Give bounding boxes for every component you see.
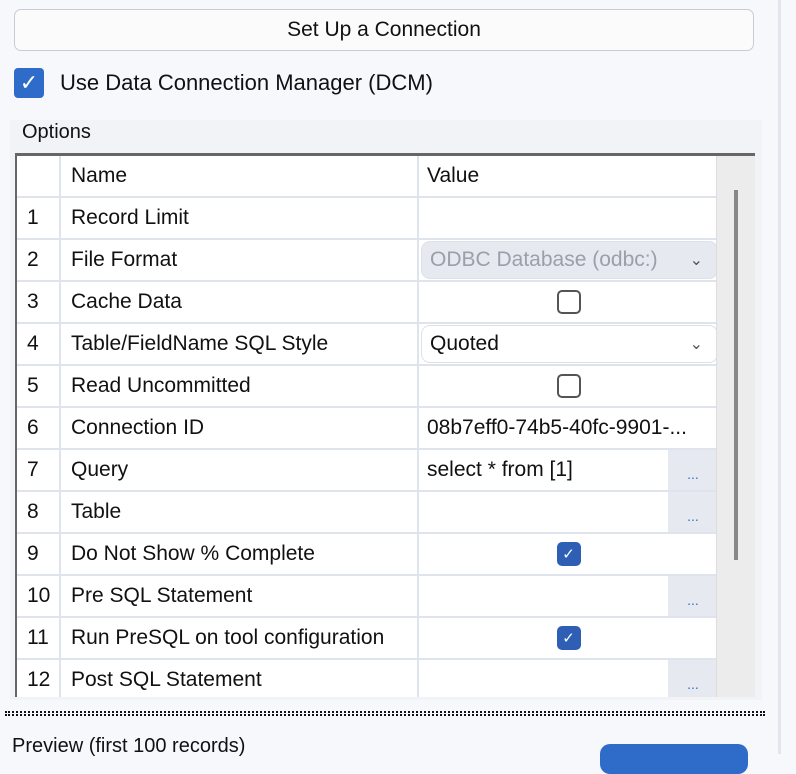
option-name: Connection ID <box>61 408 419 448</box>
value-text[interactable]: 08b7eff0-74b5-40fc-9901-... <box>419 416 687 440</box>
option-name: Table <box>61 492 419 532</box>
row-number: 5 <box>17 366 61 406</box>
option-row[interactable]: 7 Query select * from [1]... <box>17 450 755 492</box>
option-value-cell[interactable]: ... <box>419 576 718 616</box>
ellipsis-button[interactable]: ... <box>668 660 718 697</box>
dcm-checkbox[interactable]: ✓ <box>14 68 44 98</box>
check-icon: ✓ <box>562 546 575 563</box>
row-number: 1 <box>17 198 61 238</box>
panel-edge <box>778 0 781 754</box>
option-row[interactable]: 4 Table/FieldName SQL Style Quoted ⌄ <box>17 324 755 366</box>
options-grid: Name Value 1 Record Limit 2 File Format ODBC… <box>15 153 755 697</box>
value-dropdown[interactable]: Quoted ⌄ <box>421 325 718 363</box>
option-value-cell[interactable] <box>419 198 718 238</box>
option-row[interactable]: 6 Connection ID 08b7eff0-74b5-40fc-9901-..… <box>17 408 755 450</box>
row-number: 10 <box>17 576 61 616</box>
value-dropdown: ODBC Database (odbc:) ⌄ <box>421 241 718 279</box>
option-row[interactable]: 12 Post SQL Statement... <box>17 660 755 697</box>
splitter[interactable] <box>5 711 765 716</box>
option-value-cell[interactable]: select * from [1]... <box>419 450 718 490</box>
option-value-cell[interactable]: ... <box>419 492 718 532</box>
option-name: Run PreSQL on tool configuration <box>61 618 419 658</box>
value-checkbox[interactable]: ✓ <box>556 542 581 566</box>
option-name: Post SQL Statement <box>61 660 419 697</box>
value-checkbox[interactable] <box>556 374 581 398</box>
value-checkbox[interactable] <box>556 290 581 314</box>
option-name: Record Limit <box>61 198 419 238</box>
row-number: 12 <box>17 660 61 697</box>
option-row[interactable]: 10 Pre SQL Statement... <box>17 576 755 618</box>
row-number: 7 <box>17 450 61 490</box>
check-icon: ✓ <box>19 70 39 95</box>
row-number: 4 <box>17 324 61 364</box>
option-row[interactable]: 2 File Format ODBC Database (odbc:) ⌄ <box>17 240 755 282</box>
dropdown-value: Quoted <box>430 332 499 355</box>
option-name: Read Uncommitted <box>61 366 419 406</box>
option-name: Query <box>61 450 419 490</box>
header-name: Name <box>61 156 419 196</box>
ellipsis-button[interactable]: ... <box>668 450 718 490</box>
option-value-cell[interactable]: ✓ <box>419 534 718 574</box>
options-title: Options <box>22 121 91 143</box>
option-row[interactable]: 5 Read Uncommitted <box>17 366 755 408</box>
row-number: 6 <box>17 408 61 448</box>
dropdown-value: ODBC Database (odbc:) <box>430 248 658 271</box>
value-text[interactable]: select * from [1] <box>419 458 573 482</box>
dcm-label: Use Data Connection Manager (DCM) <box>60 70 433 95</box>
option-value-cell[interactable] <box>419 366 718 406</box>
preview-label: Preview (first 100 records) <box>12 735 246 757</box>
option-value-cell[interactable]: ✓ <box>419 618 718 658</box>
option-value-cell[interactable]: ODBC Database (odbc:) ⌄ <box>419 240 718 280</box>
option-row[interactable]: 3 Cache Data <box>17 282 755 324</box>
preview-button[interactable] <box>600 744 748 774</box>
check-icon: ✓ <box>562 630 575 647</box>
option-row[interactable]: 1 Record Limit <box>17 198 755 240</box>
row-number: 8 <box>17 492 61 532</box>
header-row: Name Value <box>17 156 755 198</box>
option-name: File Format <box>61 240 419 280</box>
row-number: 11 <box>17 618 61 658</box>
option-name: Cache Data <box>61 282 419 322</box>
header-num <box>17 156 61 196</box>
ellipsis-button[interactable]: ... <box>668 576 718 616</box>
option-value-cell[interactable] <box>419 282 718 322</box>
option-value-cell[interactable]: ... <box>419 660 718 697</box>
ellipsis-button[interactable]: ... <box>668 492 718 532</box>
row-number: 9 <box>17 534 61 574</box>
scrollbar-thumb[interactable] <box>734 190 738 560</box>
chevron-down-icon: ⌄ <box>689 252 703 269</box>
option-name: Pre SQL Statement <box>61 576 419 616</box>
value-checkbox[interactable]: ✓ <box>556 626 581 650</box>
option-row[interactable]: 11 Run PreSQL on tool configuration ✓ <box>17 618 755 660</box>
option-value-cell[interactable]: Quoted ⌄ <box>419 324 718 364</box>
row-number: 3 <box>17 282 61 322</box>
header-value: Value <box>427 164 480 187</box>
dcm-checkbox-row[interactable]: ✓ Use Data Connection Manager (DCM) <box>14 68 433 98</box>
set-up-connection-button[interactable]: Set Up a Connection <box>14 9 754 51</box>
option-name: Table/FieldName SQL Style <box>61 324 419 364</box>
scrollbar[interactable] <box>716 156 755 697</box>
row-number: 2 <box>17 240 61 280</box>
option-row[interactable]: 9 Do Not Show % Complete ✓ <box>17 534 755 576</box>
option-name: Do Not Show % Complete <box>61 534 419 574</box>
option-row[interactable]: 8 Table... <box>17 492 755 534</box>
chevron-down-icon: ⌄ <box>689 336 703 353</box>
option-value-cell[interactable]: 08b7eff0-74b5-40fc-9901-... <box>419 408 718 448</box>
